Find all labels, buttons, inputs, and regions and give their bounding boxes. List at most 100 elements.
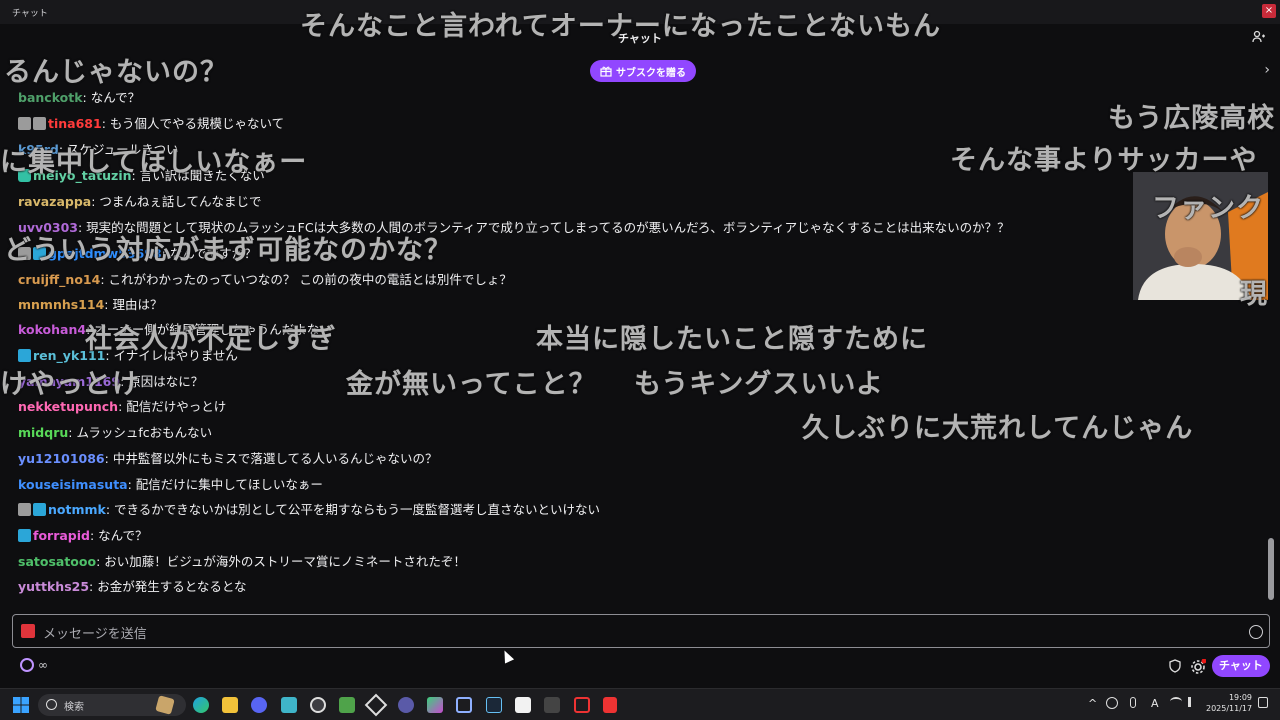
chat-message-text: : できるかできないかは別として公平を期すならもう一度監督選考し直さないといけな… (105, 502, 601, 517)
chat-message-text: : ムラッシュfcおもんない (68, 425, 213, 440)
sub-badge-icon[interactable] (18, 529, 31, 542)
chat-username[interactable]: yamayam1169 (18, 374, 120, 389)
chat-message: nekketupunch: 配信だけやっとけ (18, 397, 226, 417)
file-explorer-icon[interactable] (222, 697, 238, 713)
window-app-icon[interactable] (456, 697, 472, 713)
chat-message-text: : オーナー側が結局管理しちゃうんだよな (86, 322, 320, 337)
chat-username[interactable]: yu12101086 (18, 451, 105, 466)
chat-username[interactable]: midqru (18, 425, 68, 440)
notification-icon[interactable] (1258, 697, 1268, 708)
app-icon-circle[interactable] (398, 697, 414, 713)
mod-badge-icon[interactable] (33, 117, 46, 130)
chat-message: ravazappa: つまんねぇ話してんなまじで (18, 192, 262, 212)
channel-points-button[interactable]: ∞ (20, 658, 48, 672)
send-chat-button[interactable]: チャット (1212, 655, 1270, 677)
windows-start-icon[interactable] (13, 697, 29, 713)
window-close-button[interactable]: × (1262, 4, 1276, 18)
chat-message: tina681: もう個人でやる規模じゃないて (18, 114, 284, 134)
chat-message: satosatooo: おい加藤！ビジュが海外のストリーマ賞にノミネートされたぞ… (18, 552, 466, 572)
scrollbar-thumb[interactable] (1268, 538, 1274, 600)
kick-app-icon[interactable] (603, 697, 617, 713)
chat-username[interactable]: banckotk (18, 90, 83, 105)
taskbar-search-placeholder: 検索 (64, 702, 84, 713)
tray-overflow-icon[interactable]: ^ (1088, 697, 1097, 710)
steam-icon[interactable] (486, 697, 502, 713)
chat-message-text: : なんでですか？ (161, 246, 257, 261)
app-icon-triangle[interactable] (427, 697, 443, 713)
chat-message-text: : 言い訳は聞きたくない (131, 168, 265, 183)
volume-icon[interactable] (1188, 697, 1198, 707)
prime-badge-icon[interactable] (18, 169, 31, 182)
users-icon[interactable] (1252, 30, 1266, 44)
channel-points-value: ∞ (38, 658, 48, 672)
red-app-icon[interactable] (574, 697, 590, 713)
x-app-icon[interactable] (364, 693, 388, 717)
sync-icon[interactable] (1106, 697, 1118, 709)
minecraft-icon[interactable] (339, 697, 355, 713)
chat-message: yu12101086: 中井監督以外にもミスで落選してる人いるんじゃないの？ (18, 449, 437, 469)
chat-username[interactable]: kouseisimasuta (18, 477, 128, 492)
obs-icon[interactable] (310, 697, 326, 713)
chat-message: kouseisimasuta: 配信だけに集中してほしいなぁー (18, 475, 323, 495)
chat-message-text: : 現実的な問題として現状のムラッシュFCは大多数の人間のボランティアで成り立っ… (78, 220, 1010, 235)
taskbar-clock[interactable]: 19:09 2025/11/17 (1206, 692, 1252, 714)
shield-icon[interactable] (1168, 659, 1182, 673)
chat-input[interactable]: メッセージを送信 (12, 614, 1270, 648)
chat-username[interactable]: ravazappa (18, 194, 91, 209)
sub-badge-icon[interactable] (33, 503, 46, 516)
ime-indicator[interactable]: A (1151, 697, 1159, 710)
chevron-right-icon[interactable]: › (1264, 62, 1270, 78)
edge-browser-icon[interactable] (193, 697, 209, 713)
gear-icon[interactable] (1190, 659, 1206, 675)
document-icon[interactable] (515, 697, 531, 713)
chat-username[interactable]: kokohan4 (18, 322, 86, 337)
microphone-icon[interactable] (1130, 697, 1136, 708)
chat-username[interactable]: satosatooo (18, 554, 96, 569)
wifi-icon[interactable] (1170, 697, 1182, 706)
window-title: チャット (12, 9, 48, 19)
chat-message: k95rd: スケジュールきつい (18, 140, 179, 160)
chat-footer: ∞ チャット (0, 652, 1280, 682)
chat-message-list: banckotk: なんで？ tina681: もう個人でやる規模じゃないて k95… (0, 90, 1262, 608)
unity-icon[interactable] (544, 697, 560, 713)
chat-username[interactable]: yuttkhs25 (18, 579, 89, 594)
gift-sub-button[interactable]: サブスクを贈る (590, 60, 696, 82)
chat-username[interactable]: cruijff_no14 (18, 272, 100, 287)
chat-username[interactable]: mnmnhs114 (18, 297, 104, 312)
chat-message-text: : お金が発生するとなるとな (89, 579, 247, 594)
chat-message-text: : 配信だけやっとけ (118, 399, 227, 414)
chat-message: cruijff_no14: これがわかったのっていつなの？ この前の夜中の電話と… (18, 270, 512, 290)
chat-username[interactable]: tina681 (48, 116, 102, 131)
chat-message-text: : イナイレはやりません (105, 348, 238, 363)
discord-icon[interactable] (251, 697, 267, 713)
notepad-icon[interactable] (281, 697, 297, 713)
chat-message-text: : スケジュールきつい (58, 142, 179, 157)
chat-message-text: : つまんねぇ話してんなまじで (91, 194, 262, 209)
emote-picker-icon[interactable] (1249, 625, 1263, 639)
app-window: チャット × チャット サブスクを贈る › banckotk: なんで？ tina… (0, 0, 1280, 720)
sub-badge-icon[interactable] (33, 247, 46, 260)
mod-badge-icon[interactable] (18, 117, 31, 130)
gift-icon (600, 66, 612, 77)
mod-badge-icon[interactable] (18, 247, 31, 260)
channel-points-icon (20, 658, 34, 672)
chat-username[interactable]: meiyo_tatuzin (33, 168, 132, 183)
chat-message-text: : もう個人でやる規模じゃないて (101, 116, 285, 131)
chat-username[interactable]: ren_yk111 (33, 348, 105, 363)
chat-username[interactable]: notmmk (48, 502, 106, 517)
chat-message-text: : 原因はなに？ (120, 374, 204, 389)
chat-username[interactable]: nekketupunch (18, 399, 118, 414)
chat-message-text: : これがわかったのっていつなの？ この前の夜中の電話とは別件でしょ？ (100, 272, 512, 287)
chat-username[interactable]: uvv0303 (18, 220, 78, 235)
chat-message: meiyo_tatuzin: 言い訳は聞きたくない (18, 166, 265, 186)
chat-username[interactable]: k95rd (18, 142, 59, 157)
chat-username[interactable]: gpajtdmw53698 (48, 246, 162, 261)
chat-message: uvv0303: 現実的な問題として現状のムラッシュFCは大多数の人間のボランテ… (18, 218, 1010, 238)
sub-badge-icon[interactable] (18, 349, 31, 362)
chat-message-text: : 理由は？ (104, 297, 163, 312)
chat-message: mnmnhs114: 理由は？ (18, 295, 162, 315)
mod-badge-icon[interactable] (18, 503, 31, 516)
chat-username[interactable]: forrapid (33, 528, 90, 543)
chat-message: kokohan4: オーナー側が結局管理しちゃうんだよな (18, 320, 319, 340)
chat-header: チャット サブスクを贈る › (0, 24, 1280, 90)
